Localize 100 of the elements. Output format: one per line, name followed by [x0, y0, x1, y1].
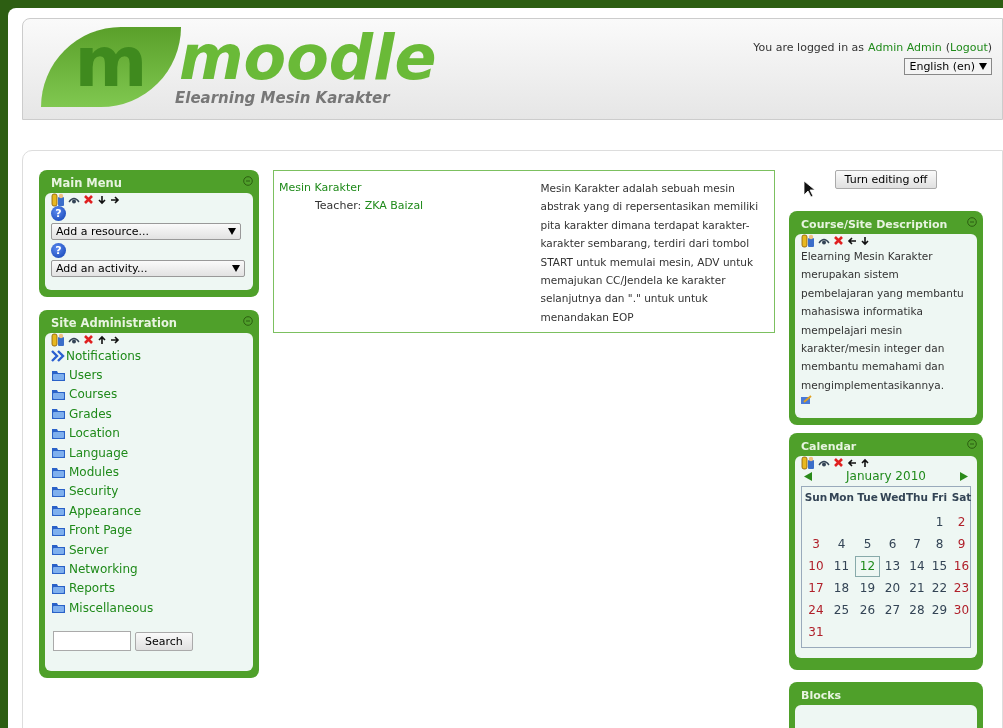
paren: ) — [987, 41, 992, 54]
block-title: Main Menu — [51, 176, 122, 190]
calendar-day[interactable]: 16 — [950, 556, 973, 578]
collapse-icon[interactable] — [243, 315, 253, 326]
admin-link[interactable]: Networking — [69, 562, 138, 576]
calendar-day[interactable]: 24 — [804, 600, 828, 622]
admin-link[interactable]: Users — [69, 368, 103, 383]
calendar-day[interactable]: 13 — [880, 556, 905, 578]
search-field[interactable] — [53, 631, 131, 652]
calendar-day[interactable]: 6 — [880, 534, 905, 556]
editing-button[interactable]: Turn editing off — [834, 170, 938, 189]
month-link[interactable]: January 2010 — [846, 469, 926, 484]
next-month-icon[interactable] — [960, 471, 968, 481]
folder-icon — [51, 543, 66, 557]
folder-icon — [51, 426, 66, 440]
calendar-day[interactable]: 26 — [855, 600, 880, 622]
block-title: Blocks — [801, 688, 842, 702]
search-button[interactable]: Search — [135, 631, 193, 651]
add-select[interactable]: Add a resource... — [51, 223, 241, 240]
mouse-cursor-icon — [803, 180, 815, 198]
calendar-day[interactable]: 20 — [880, 578, 905, 600]
calendar-day[interactable]: 17 — [804, 578, 828, 600]
admin-link[interactable]: Language — [69, 445, 129, 460]
calendar-day[interactable]: 1 — [929, 512, 950, 534]
collapse-icon[interactable] — [967, 438, 977, 449]
calendar-day[interactable]: 21 — [905, 578, 929, 600]
calendar-day[interactable]: 10 — [804, 556, 828, 578]
calendar-day[interactable]: 31 — [804, 622, 828, 644]
admin-link[interactable]: Grades — [69, 406, 112, 421]
calendar-day[interactable]: 2 — [950, 512, 973, 534]
move-arrow-icon[interactable] — [97, 334, 107, 345]
move-arrow-icon[interactable] — [110, 334, 120, 345]
calendar-day[interactable]: 19 — [855, 578, 880, 600]
user-link[interactable]: Admin Admin — [868, 41, 942, 54]
calendar-day[interactable]: 7 — [905, 534, 929, 556]
site-name: Elearning Mesin Karakter — [175, 89, 392, 107]
calendar-day[interactable]: 27 — [880, 600, 905, 622]
calendar-day[interactable]: 11 — [828, 556, 855, 578]
admin-link[interactable]: Modules — [69, 465, 119, 480]
previous-month-icon[interactable] — [804, 471, 812, 481]
calendar-day[interactable]: 8 — [929, 534, 950, 556]
login-info: You are logged in as — [753, 41, 865, 54]
admin-link[interactable]: Appearance — [69, 503, 142, 518]
double-chevron-icon — [51, 349, 66, 362]
folder-icon — [51, 407, 66, 421]
logout-link[interactable]: Logout — [950, 41, 988, 54]
move-arrow-icon[interactable] — [110, 194, 120, 205]
teacher-link[interactable]: ZKA Baizal — [364, 199, 424, 213]
folder-icon — [51, 581, 66, 595]
admin-link[interactable]: Notifications — [66, 348, 142, 363]
admin-link[interactable]: Location — [69, 426, 120, 441]
roles-icon[interactable] — [801, 233, 815, 248]
calendar-day[interactable]: 29 — [929, 600, 950, 622]
block-title: Course/Site Description — [801, 217, 948, 231]
site-description: Elearning Mesin Karakter merupakan sistem pembelajaran yang membantu mahasiswa informatika mempelajari mesin karakter/mesin integer dan membantu memahami dan mengimplementasikannya. — [801, 249, 965, 393]
calendar-day[interactable]: 15 — [929, 556, 950, 578]
roles-icon[interactable] — [51, 192, 65, 207]
move-arrow-icon[interactable] — [847, 235, 857, 246]
move-arrow-icon[interactable] — [97, 194, 107, 205]
calendar-day[interactable]: 22 — [929, 578, 950, 600]
move-arrow-icon[interactable] — [860, 457, 870, 468]
move-arrow-icon[interactable] — [860, 235, 870, 246]
course-link[interactable]: Mesin Karakter — [279, 181, 362, 194]
calendar-day[interactable]: 23 — [950, 578, 973, 600]
roles-icon[interactable] — [801, 455, 815, 470]
delete-icon[interactable] — [83, 194, 94, 205]
course-summary: Mesin Karakter adalah sebuah mesin abstrak yang di repersentasikan memiliki pita karakter dimana terdapat karakter-karakter sembarang, terdiri dari tombol START untuk memulai mesin, ADV untuk memajukan CC/Jendela ke karakter selanjutnya dan "." untuk untuk menandakan EOP — [540, 181, 760, 325]
weekday-label: Mon — [828, 491, 855, 506]
admin-link[interactable]: Courses — [69, 387, 118, 402]
calendar-day[interactable]: 28 — [905, 600, 929, 622]
block-title: Site Administration — [51, 316, 177, 330]
language-select[interactable]: English (en) — [904, 58, 992, 75]
calendar-day[interactable]: 3 — [804, 534, 828, 556]
calendar-day[interactable]: 18 — [828, 578, 855, 600]
admin-link[interactable]: Front Page — [69, 523, 133, 538]
admin-link[interactable]: Reports — [69, 581, 116, 596]
admin-link[interactable]: Security — [69, 484, 119, 499]
admin-link[interactable]: Server — [69, 542, 109, 557]
delete-icon[interactable] — [83, 334, 94, 345]
collapse-icon[interactable] — [967, 216, 977, 227]
calendar-day[interactable]: 30 — [950, 600, 973, 622]
calendar-day[interactable]: 9 — [950, 534, 973, 556]
move-arrow-icon[interactable] — [847, 457, 857, 468]
calendar-day[interactable]: 25 — [828, 600, 855, 622]
folder-icon — [51, 484, 66, 498]
collapse-icon[interactable] — [243, 175, 253, 186]
help-icon[interactable]: ? — [51, 243, 66, 258]
admin-link[interactable]: Miscellaneous — [69, 600, 154, 615]
help-icon[interactable]: ? — [51, 206, 66, 221]
calendar-day[interactable]: 14 — [905, 556, 929, 578]
folder-icon — [51, 368, 66, 382]
calendar-day[interactable]: 4 — [828, 534, 855, 556]
add-select[interactable]: Add an activity... — [51, 260, 245, 277]
edit-pencil-icon[interactable] — [801, 395, 812, 406]
roles-icon[interactable] — [51, 332, 65, 347]
weekday-label: Tue — [856, 491, 879, 506]
calendar-day[interactable]: 12 — [855, 556, 880, 578]
calendar-day[interactable]: 5 — [855, 534, 880, 556]
delete-icon[interactable] — [833, 457, 844, 469]
delete-icon[interactable] — [833, 235, 844, 246]
